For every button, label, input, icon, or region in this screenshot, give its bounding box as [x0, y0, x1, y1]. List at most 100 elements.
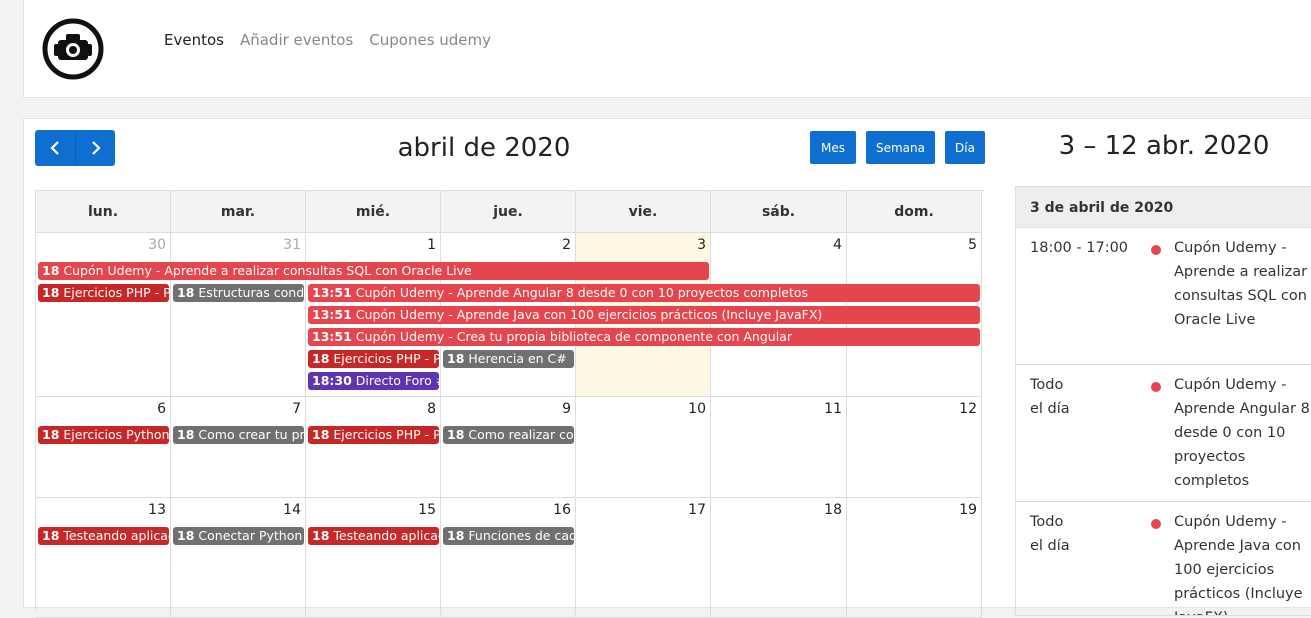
logo[interactable] — [42, 18, 104, 80]
calendar-event[interactable]: 13:51 Cupón Udemy - Aprende Java con 100 … — [308, 306, 980, 324]
weekday-header: sáb. — [711, 191, 847, 233]
day-cell[interactable]: 14 — [171, 498, 306, 618]
nav-links: Eventos Añadir eventos Cupones udemy — [164, 31, 491, 49]
event-title: Ejercicios PHP - P — [63, 285, 169, 300]
event-title: Cupón Udemy - Aprende a realizar consult… — [63, 263, 472, 278]
next-button[interactable] — [75, 130, 115, 166]
event-title: Cupón Udemy - Crea tu propia biblioteca … — [355, 329, 792, 344]
list-event-title[interactable]: Cupón Udemy - Aprende Angular 8 desde 0 … — [1174, 373, 1311, 493]
calendar-event[interactable]: 18 Ejercicios PHP - P — [38, 284, 169, 302]
day-cell[interactable]: 6 — [36, 397, 171, 498]
day-number[interactable]: 1 — [427, 237, 436, 253]
month-grid: lun. mar. mié. jue. vie. sáb. dom. 30 31 1 2 3 4 5 6 7 8… — [35, 190, 984, 618]
day-cell[interactable]: 12 — [847, 397, 982, 498]
calendar-event[interactable]: 18 Como crear tu pr — [173, 426, 304, 444]
weekday-header: mar. — [171, 191, 306, 233]
day-number[interactable]: 5 — [968, 237, 977, 253]
day-number[interactable]: 14 — [283, 502, 301, 518]
day-number[interactable]: 31 — [283, 237, 301, 253]
calendar-event[interactable]: 18 Testeando aplicac — [308, 527, 439, 545]
day-number[interactable]: 7 — [292, 401, 301, 417]
prev-button[interactable] — [35, 130, 75, 166]
event-time: 18 — [177, 427, 195, 442]
day-cell[interactable]: 8 — [306, 397, 441, 498]
view-month-button[interactable]: Mes — [810, 131, 856, 164]
nav-link-anadir-eventos[interactable]: Añadir eventos — [240, 31, 353, 49]
nav-link-eventos[interactable]: Eventos — [164, 31, 224, 49]
weekday-header: mié. — [306, 191, 441, 233]
event-time: 18 — [312, 528, 330, 543]
nav-link-cupones-udemy[interactable]: Cupones udemy — [369, 31, 491, 49]
day-cell[interactable]: 7 — [171, 397, 306, 498]
event-title: Cupón Udemy - Aprende Angular 8 desde 0 … — [355, 285, 809, 300]
list-event-item[interactable]: Todo el día Cupón Udemy - Aprende Java co… — [1016, 502, 1311, 615]
calendar-event[interactable]: 18:30 Directo Foro # — [308, 372, 439, 390]
day-number[interactable]: 4 — [833, 237, 842, 253]
day-number[interactable]: 13 — [148, 502, 166, 518]
day-cell[interactable]: 18 — [711, 498, 847, 618]
day-number[interactable]: 18 — [824, 502, 842, 518]
event-time: 18 — [42, 528, 60, 543]
day-cell[interactable]: 30 — [36, 233, 171, 397]
calendar-event[interactable]: 18 Estructuras condi — [173, 284, 304, 302]
calendar-event[interactable]: 18 Funciones de cad — [443, 527, 574, 545]
weekday-header: dom. — [847, 191, 982, 233]
event-time: 13:51 — [312, 285, 352, 300]
weekday-header: lun. — [36, 191, 171, 233]
calendar-event[interactable]: 18 Cupón Udemy - Aprende a realizar consu… — [38, 262, 709, 280]
list-day-header: 3 de abril de 2020 — [1016, 187, 1311, 228]
list-event-item[interactable]: 18:00 - 17:00 Cupón Udemy - Aprende a rea… — [1016, 228, 1311, 365]
view-week-button[interactable]: Semana — [866, 131, 935, 164]
chevron-right-icon — [91, 141, 101, 155]
event-title: Herencia en C# — [468, 351, 567, 366]
day-number[interactable]: 15 — [418, 502, 436, 518]
event-time: 18 — [177, 285, 195, 300]
calendar-event[interactable]: 18 Ejercicios PHP - P — [308, 426, 439, 444]
day-cell[interactable]: 9 — [441, 397, 576, 498]
calendar-event[interactable]: 13:51 Cupón Udemy - Aprende Angular 8 des… — [308, 284, 980, 302]
calendar-event[interactable]: 18 Herencia en C# — [443, 350, 574, 368]
event-time: 13:51 — [312, 329, 352, 344]
day-number[interactable]: 30 — [148, 237, 166, 253]
day-number[interactable]: 3 — [697, 237, 706, 253]
day-number[interactable]: 9 — [562, 401, 571, 417]
day-cell[interactable]: 13 — [36, 498, 171, 618]
list-event-title[interactable]: Cupón Udemy - Aprende Java con 100 ejerc… — [1174, 510, 1311, 615]
calendar-event[interactable]: 13:51 Cupón Udemy - Crea tu propia biblio… — [308, 328, 980, 346]
event-dot-icon — [1151, 519, 1161, 529]
day-cell[interactable]: 15 — [306, 498, 441, 618]
calendar-event[interactable]: 18 Ejercicios Python — [38, 426, 169, 444]
event-title: Ejercicios PHP - P — [333, 351, 439, 366]
event-title: Como crear tu pr — [198, 427, 304, 442]
day-number[interactable]: 2 — [562, 237, 571, 253]
day-number[interactable]: 8 — [427, 401, 436, 417]
day-number[interactable]: 19 — [959, 502, 977, 518]
list-event-time: Todo el día — [1030, 377, 1070, 417]
calendar-event[interactable]: 18 Como realizar con — [443, 426, 574, 444]
view-day-button[interactable]: Día — [945, 131, 985, 164]
day-cell[interactable]: 11 — [711, 397, 847, 498]
day-cell[interactable]: 31 — [171, 233, 306, 397]
day-number[interactable]: 10 — [688, 401, 706, 417]
list-event-item[interactable]: Todo el día Cupón Udemy - Aprende Angular… — [1016, 365, 1311, 502]
calendar-event[interactable]: 18 Conectar Python — [173, 527, 304, 545]
calendar-event[interactable]: 18 Ejercicios PHP - P — [308, 350, 439, 368]
event-dot-icon — [1151, 382, 1161, 392]
event-time: 18 — [42, 263, 60, 278]
event-time: 18 — [42, 427, 60, 442]
day-number[interactable]: 16 — [553, 502, 571, 518]
event-time: 18:30 — [312, 373, 352, 388]
day-number[interactable]: 11 — [824, 401, 842, 417]
day-number[interactable]: 6 — [157, 401, 166, 417]
day-cell[interactable]: 19 — [847, 498, 982, 618]
event-time: 18 — [177, 528, 195, 543]
day-cell[interactable]: 17 — [576, 498, 711, 618]
day-number[interactable]: 17 — [688, 502, 706, 518]
calendar-event[interactable]: 18 Testeando aplicac — [38, 527, 169, 545]
day-cell[interactable]: 16 — [441, 498, 576, 618]
event-time: 13:51 — [312, 307, 352, 322]
list-event-title[interactable]: Cupón Udemy - Aprende a realizar consult… — [1174, 236, 1311, 332]
day-cell[interactable]: 10 — [576, 397, 711, 498]
list-event-time: 18:00 - 17:00 — [1030, 240, 1129, 256]
day-number[interactable]: 12 — [959, 401, 977, 417]
